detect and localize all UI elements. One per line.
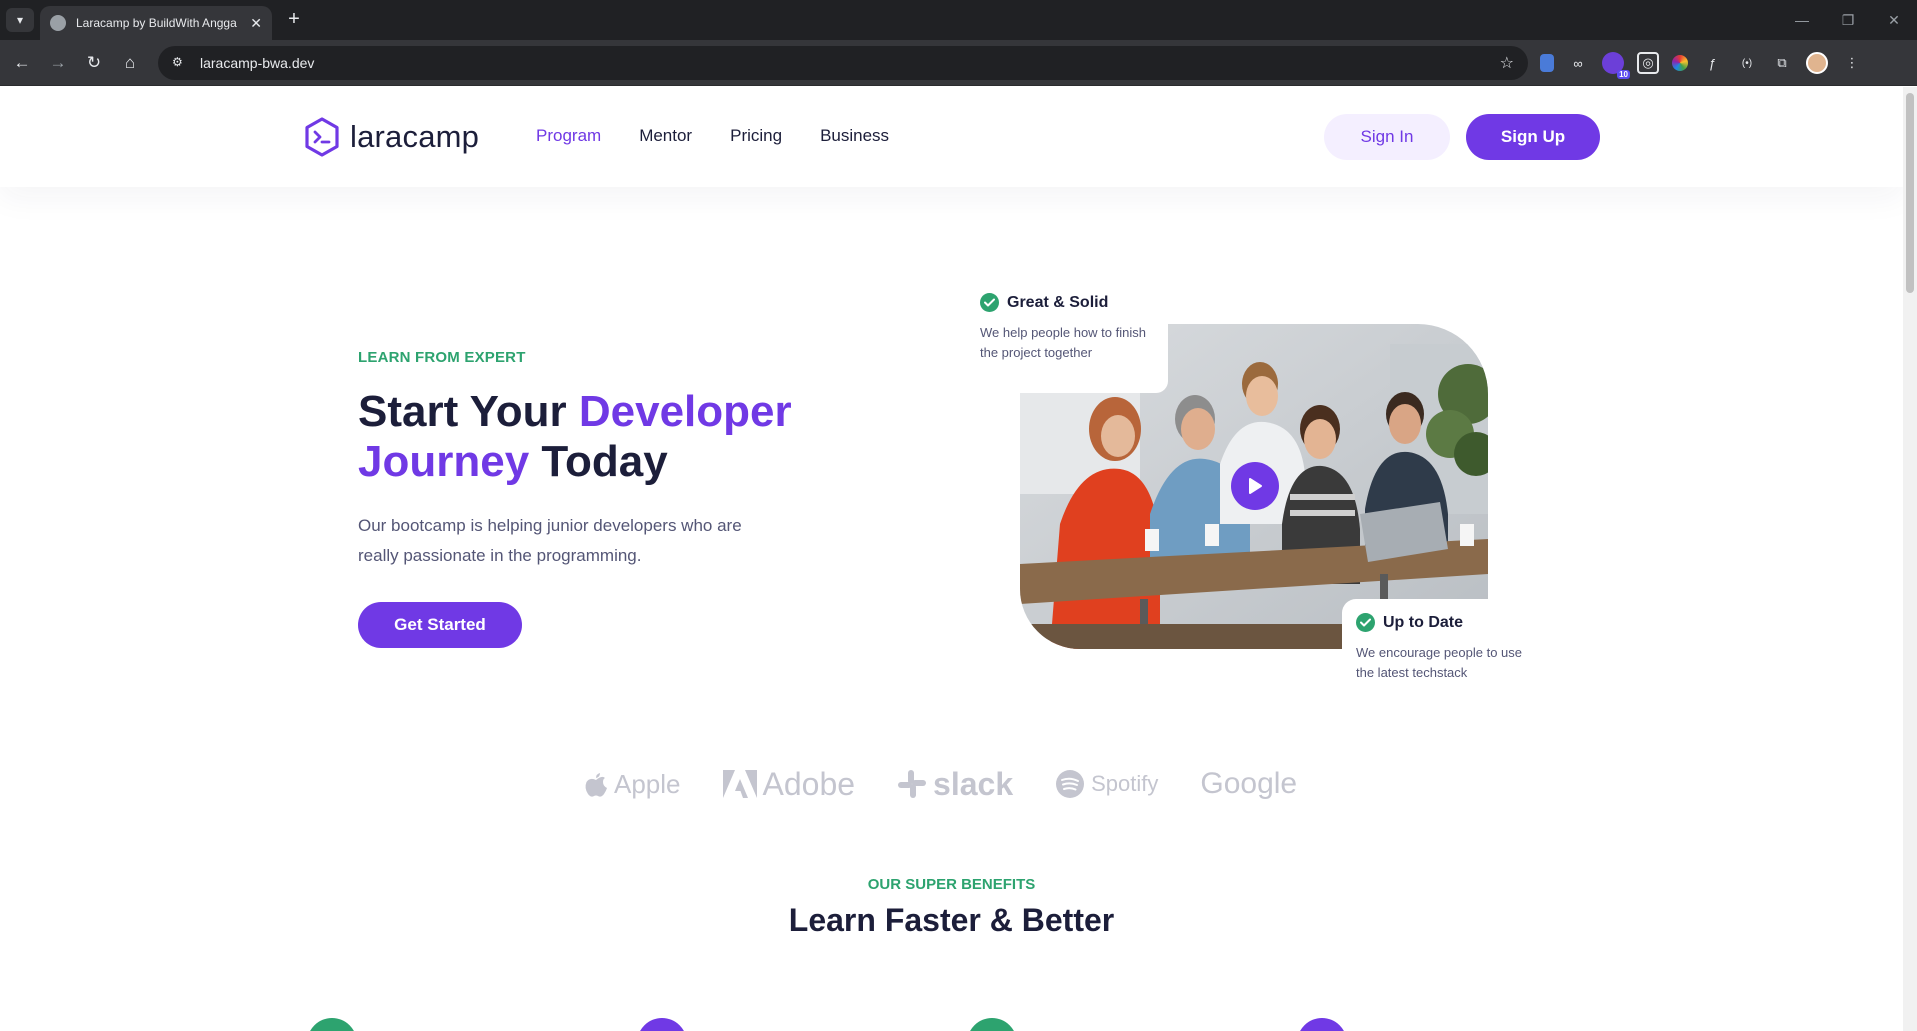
hero-title-part2: Today — [529, 437, 668, 486]
hero-eyebrow: LEARN FROM EXPERT — [358, 349, 526, 366]
extension-glasses-icon[interactable]: ∞ — [1567, 52, 1589, 74]
laracamp-logo-icon — [305, 117, 339, 157]
benefit-icon-4 — [1297, 1018, 1347, 1031]
nav-item-pricing[interactable]: Pricing — [730, 126, 782, 146]
url-text[interactable]: laracamp-bwa.dev — [200, 55, 1500, 71]
slack-icon — [898, 770, 927, 798]
extension-notes-icon[interactable] — [1540, 54, 1554, 72]
sign-up-button[interactable]: Sign Up — [1466, 114, 1600, 160]
feature-card-header: Great & Solid — [980, 293, 1154, 312]
site-logo[interactable]: laracamp — [304, 117, 479, 157]
benefits-title: Learn Faster & Better — [788, 902, 1115, 938]
page-scrollbar[interactable] — [1903, 87, 1917, 1031]
site-header: laracamp Program Mentor Pricing Business… — [0, 87, 1903, 187]
check-circle-icon — [1356, 613, 1375, 632]
browser-toolbar: ← → ↻ ⌂ ⚙ laracamp-bwa.dev ☆ ∞ 10 ◎ ƒ (•… — [0, 40, 1917, 86]
benefit-icon-2 — [637, 1018, 687, 1031]
more-icon[interactable]: ⋮ — [1841, 52, 1863, 74]
check-circle-icon — [980, 293, 999, 312]
scrollbar-thumb[interactable] — [1906, 93, 1914, 293]
benefit-icon-3 — [967, 1018, 1017, 1031]
feature-card-title: Great & Solid — [1007, 293, 1109, 311]
minimize-icon[interactable]: — — [1779, 0, 1825, 40]
partner-name: Google — [1200, 767, 1298, 800]
browser-tab[interactable]: Laracamp by BuildWith Angga ✕ — [40, 6, 272, 40]
puzzle-icon[interactable]: ⧉ — [1771, 52, 1793, 74]
get-started-button[interactable]: Get Started — [358, 602, 522, 648]
close-icon[interactable]: ✕ — [250, 15, 262, 32]
partner-google: Google — [1200, 767, 1297, 801]
extension-color-icon[interactable] — [1672, 55, 1688, 71]
partner-name: Adobe — [762, 765, 856, 802]
play-icon — [1249, 478, 1262, 494]
home-icon[interactable]: ⌂ — [118, 51, 142, 75]
feature-card-text: We help people how to finish the project… — [980, 325, 1146, 360]
partner-adobe: Adobe — [722, 765, 856, 803]
browser-tab-bar: ▾ Laracamp by BuildWith Angga ✕ + — ❐ ✕ — [0, 0, 1917, 40]
benefits-eyebrow: OUR SUPER BENEFITS — [867, 876, 1036, 893]
feature-card-great-solid: Great & Solid We help people how to fini… — [966, 283, 1168, 393]
nav-item-mentor[interactable]: Mentor — [639, 126, 692, 146]
partner-name: Apple — [614, 768, 681, 799]
tab-search-chevron-down-icon[interactable]: ▾ — [6, 8, 34, 32]
main-nav: Program Mentor Pricing Business — [536, 126, 889, 146]
nav-item-business[interactable]: Business — [820, 126, 889, 146]
globe-icon — [50, 15, 66, 31]
forward-icon[interactable]: → — [46, 51, 70, 75]
hero-title: Start Your Developer Journey Today — [358, 387, 878, 487]
feature-card-text: We encourage people to use the latest te… — [1356, 645, 1522, 680]
partner-apple: Apple — [584, 769, 681, 800]
partner-name: Spotify — [1091, 771, 1159, 796]
window-controls: — ❐ ✕ — [1779, 0, 1917, 40]
sign-in-button[interactable]: Sign In — [1324, 114, 1450, 160]
nav-item-program[interactable]: Program — [536, 126, 601, 146]
new-tab-plus-icon[interactable]: + — [282, 8, 306, 32]
feature-card-up-to-date: Up to Date We encourage people to use th… — [1342, 599, 1542, 689]
extension-shield-icon[interactable]: ◎ — [1637, 52, 1659, 74]
adobe-icon — [722, 770, 757, 798]
tab-title: Laracamp by BuildWith Angga — [76, 16, 237, 30]
extension-code-icon[interactable]: (•) — [1736, 52, 1758, 74]
spotify-icon — [1056, 770, 1085, 798]
hero-title-part1: Start Your — [358, 387, 579, 436]
reload-icon[interactable]: ↻ — [82, 51, 106, 75]
hero-subtitle: Our bootcamp is helping junior developer… — [358, 516, 742, 565]
extension-badge-count: 10 — [1617, 70, 1630, 79]
extensions-row: ∞ 10 ◎ ƒ (•) ⧉ ⋮ — [1540, 52, 1863, 79]
feature-card-title: Up to Date — [1383, 613, 1463, 631]
apple-icon — [585, 773, 607, 797]
partner-logos: Apple Adobe slack Spotify Google — [584, 759, 1297, 809]
partner-slack: slack — [897, 766, 1013, 803]
partner-name: slack — [933, 765, 1014, 802]
restore-icon[interactable]: ❐ — [1825, 0, 1871, 40]
address-bar[interactable]: ⚙ laracamp-bwa.dev ☆ — [158, 46, 1528, 80]
window-close-icon[interactable]: ✕ — [1871, 0, 1917, 40]
back-icon[interactable]: ← — [10, 51, 34, 75]
play-video-button[interactable] — [1231, 462, 1279, 510]
extension-fonts-icon[interactable]: ƒ — [1701, 52, 1723, 74]
star-icon[interactable]: ☆ — [1500, 53, 1514, 73]
profile-icon[interactable] — [1806, 52, 1828, 74]
logo-text: laracamp — [350, 119, 480, 154]
site-settings-icon[interactable]: ⚙ — [172, 55, 188, 71]
partner-spotify: Spotify — [1055, 769, 1158, 799]
page-viewport: laracamp Program Mentor Pricing Business… — [0, 87, 1917, 1031]
benefit-icon-1 — [307, 1018, 357, 1031]
extension-badge-icon[interactable]: 10 — [1602, 52, 1630, 79]
feature-card-header: Up to Date — [1356, 613, 1542, 632]
